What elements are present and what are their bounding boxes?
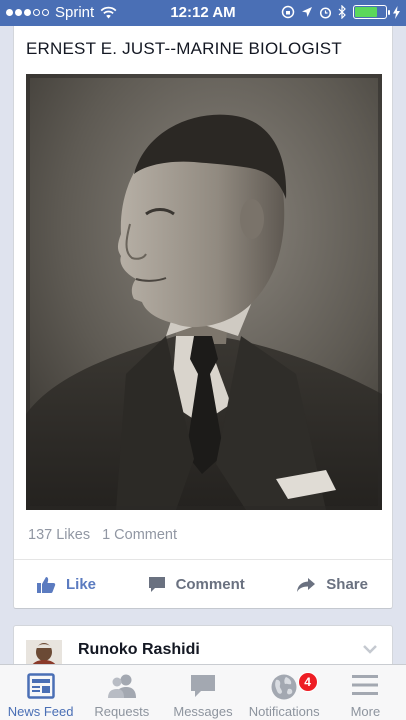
tab-label: News Feed — [7, 704, 74, 719]
news-feed-icon — [26, 673, 55, 699]
requests-icon — [107, 674, 136, 698]
likes-count[interactable]: 137 Likes — [28, 527, 90, 543]
share-label: Share — [326, 576, 368, 593]
tab-label: Messages — [173, 704, 233, 719]
share-button[interactable]: Share — [296, 576, 368, 593]
alarm-icon — [319, 6, 332, 19]
tab-label: More — [350, 704, 381, 719]
comment-button[interactable]: Comment — [148, 576, 245, 593]
post-actions: Like Comment Share — [14, 560, 392, 609]
charging-bolt-icon — [393, 5, 400, 19]
bluetooth-icon — [338, 5, 346, 19]
comment-bubble-icon — [148, 577, 165, 592]
battery-icon — [353, 5, 390, 19]
tab-label: Notifications — [248, 704, 320, 719]
post-author-name[interactable]: Runoko Rashidi — [78, 641, 200, 659]
post-title: ERNEST E. JUST--MARINE BIOLOGIST — [26, 39, 342, 58]
thumbs-up-icon — [37, 576, 56, 593]
comments-count[interactable]: 1 Comment — [102, 527, 177, 543]
tab-messages[interactable]: Messages — [162, 665, 243, 720]
tab-more[interactable]: More — [325, 665, 406, 720]
engagement-counts: 137 Likes 1 Comment — [28, 527, 177, 543]
menu-icon — [352, 675, 379, 695]
share-arrow-icon — [297, 577, 316, 592]
comment-label: Comment — [175, 576, 245, 593]
tab-news-feed[interactable]: News Feed — [0, 665, 81, 720]
post-card: ERNEST E. JUST--MARINE BIOLOGIST 137 Lik… — [13, 26, 393, 609]
tab-notifications[interactable]: 4 Notifications — [244, 665, 325, 720]
post-photo[interactable] — [26, 74, 382, 510]
globe-icon — [271, 674, 297, 700]
tab-bar: News Feed Requests Messages 4 Notificati… — [0, 664, 406, 720]
like-label: Like — [66, 576, 97, 593]
location-arrow-icon — [302, 7, 312, 17]
tab-label: Requests — [94, 704, 150, 719]
tab-requests[interactable]: Requests — [81, 665, 162, 720]
status-right — [281, 5, 400, 19]
notifications-badge: 4 — [297, 672, 318, 692]
status-bar: Sprint 12:12 AM — [0, 0, 406, 26]
messages-icon — [191, 675, 215, 697]
like-button[interactable]: Like — [36, 576, 96, 594]
rotation-lock-icon — [281, 5, 295, 19]
chevron-down-icon[interactable] — [362, 644, 378, 654]
portrait-image — [26, 74, 382, 510]
